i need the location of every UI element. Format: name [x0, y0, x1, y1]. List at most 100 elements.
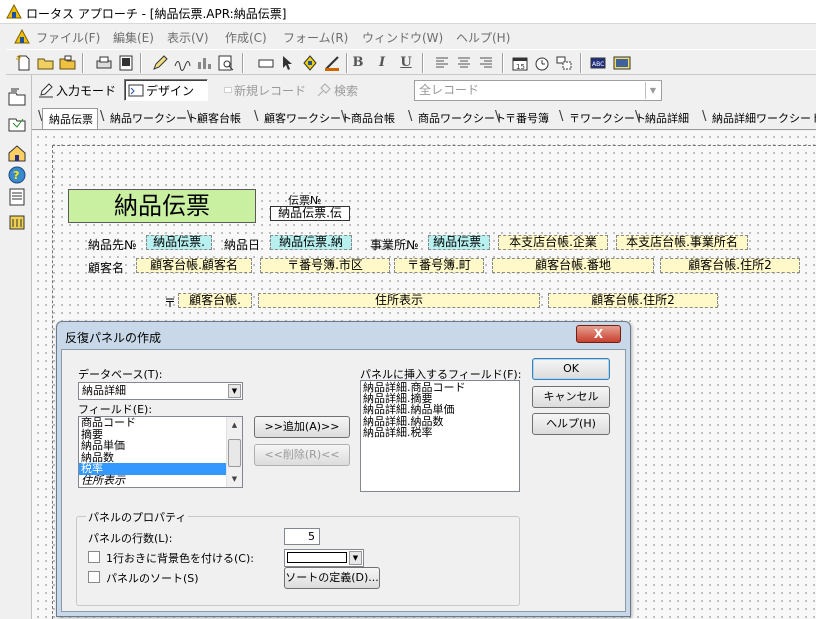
input-mode-button[interactable]: 入力モード — [38, 79, 122, 101]
italic-button[interactable]: I — [372, 53, 392, 73]
save-folder-icon[interactable] — [58, 53, 78, 73]
document-menu-icon[interactable] — [14, 28, 30, 45]
panel-sort-checkbox[interactable] — [88, 571, 100, 583]
menu-create[interactable]: 作成(C) — [225, 29, 267, 46]
city-field[interactable]: 〒番号簿.市区 — [260, 258, 390, 273]
field-tool-icon[interactable] — [256, 53, 276, 73]
delivery-date-field[interactable]: 納品伝票.納 — [270, 235, 352, 250]
delivery-date-label[interactable]: 納品日 — [224, 236, 260, 253]
fields-icon[interactable] — [172, 53, 192, 73]
office-name-field[interactable]: 本支店台帳.事業所名 — [616, 235, 748, 250]
search-button[interactable]: 検索 — [316, 79, 376, 101]
tab-nohin-shosai[interactable]: 納品詳細 — [645, 110, 689, 126]
tab-shohin-daicho[interactable]: 商品台帳 — [351, 110, 395, 126]
panel-fields-listbox[interactable]: 納品詳細.商品コード 納品詳細.摘要 納品詳細.納品単価 納品詳細.納品数 納品… — [360, 380, 520, 492]
address2b-field[interactable]: 顧客台帳.住所2 — [548, 293, 718, 308]
office-no-field[interactable]: 納品伝票. — [428, 235, 490, 250]
house-icon[interactable] — [7, 143, 27, 163]
record-filter-select[interactable]: 全レコード ▼ — [414, 80, 662, 101]
print-icon[interactable] — [94, 53, 114, 73]
customer-field[interactable]: 顧客台帳.顧客名 — [136, 258, 252, 273]
list-item-selected[interactable]: 税率 — [79, 463, 242, 475]
tab-shohin-worksheet[interactable]: 商品ワークシート — [418, 110, 506, 126]
alt-bg-checkbox[interactable] — [88, 551, 100, 563]
clock-icon[interactable] — [532, 53, 552, 73]
slip-no-field[interactable]: 納品伝票.伝 — [270, 206, 350, 221]
define-sort-button[interactable]: ソートの定義(D)... — [284, 567, 380, 589]
company-field[interactable]: 本支店台帳.企業 — [498, 235, 608, 250]
align-right-icon[interactable] — [476, 53, 496, 73]
form-title-box[interactable]: 納品伝票 — [68, 189, 256, 223]
street-field[interactable]: 顧客台帳.番地 — [492, 258, 654, 273]
list-item[interactable]: 商品コード — [79, 417, 242, 429]
tab-kokyaku-daicho[interactable]: 顧客台帳 — [197, 110, 241, 126]
customer-label[interactable]: 顧客名 — [88, 259, 124, 276]
scroll-up-icon[interactable]: ▲ — [227, 417, 242, 433]
pencil-icon[interactable] — [150, 53, 170, 73]
align-left-icon[interactable] — [432, 53, 452, 73]
tab-kokyaku-worksheet[interactable]: 顧客ワークシート — [264, 110, 352, 126]
alt-bg-label: 1行おきに背景色を付ける(C): — [106, 552, 254, 565]
menu-edit[interactable]: 編集(E) — [113, 29, 154, 46]
dest-no-label[interactable]: 納品先№ — [88, 236, 136, 253]
chart-icon[interactable] — [194, 53, 214, 73]
alt-bg-color-select[interactable]: ▼ — [284, 549, 364, 567]
help-button[interactable]: ヘルプ(H) — [532, 413, 610, 435]
approach-app-icon[interactable] — [6, 3, 22, 20]
town-field[interactable]: 〒番号簿.町 — [394, 258, 484, 273]
list-item[interactable]: 納品単価 — [79, 440, 242, 452]
tab-nohin-worksheet[interactable]: 納品ワークシート — [110, 110, 198, 126]
list-item[interactable]: 住所表示 — [79, 475, 242, 487]
fields-scrollbar[interactable]: ▲ ▼ — [226, 417, 242, 487]
new-record-button[interactable]: 新規レコード — [224, 79, 306, 101]
remove-field-button[interactable]: <<削除(R)<< — [254, 444, 350, 466]
address2-field[interactable]: 顧客台帳.住所2 — [660, 258, 800, 273]
spell-check-icon[interactable]: ABC — [588, 53, 608, 73]
close-button[interactable]: X — [576, 325, 621, 343]
office-no-label[interactable]: 事業所№ — [370, 236, 418, 253]
fill-color-icon[interactable] — [300, 53, 320, 73]
ok-button[interactable]: OK — [532, 358, 610, 380]
line-color-icon[interactable] — [322, 53, 342, 73]
new-file-icon[interactable] — [14, 53, 34, 73]
fields-listbox[interactable]: 商品コード 摘要 納品単価 納品数 税率 住所表示 ▲ ▼ — [78, 416, 243, 488]
tab-nohin-shosai-worksheet[interactable]: 納品詳細ワークシート — [712, 110, 816, 126]
align-center-icon[interactable] — [454, 53, 474, 73]
dest-no-field[interactable]: 納品伝票. — [146, 235, 212, 250]
add-field-button[interactable]: >>追加(A)>> — [254, 416, 350, 438]
list-item[interactable]: 納品詳細.税率 — [361, 427, 519, 439]
open-folder-icon[interactable] — [36, 53, 56, 73]
menu-window[interactable]: ウィンドウ(W) — [362, 29, 443, 46]
database-building-icon[interactable] — [7, 211, 27, 231]
macro-icon[interactable] — [554, 53, 574, 73]
underline-button[interactable]: U — [396, 53, 416, 73]
tab-nohin-denpyo[interactable]: 納品伝票 — [42, 108, 98, 129]
preview-icon[interactable] — [116, 53, 136, 73]
list-item[interactable]: 納品詳細.納品単価 — [361, 404, 519, 416]
menu-view[interactable]: 表示(V) — [167, 29, 209, 46]
arrow-pointer-icon[interactable] — [278, 53, 298, 73]
scroll-down-icon[interactable]: ▼ — [227, 471, 242, 487]
bold-button[interactable]: B — [348, 53, 368, 73]
design-button[interactable]: デザイン — [124, 79, 208, 101]
find-icon[interactable] — [216, 53, 236, 73]
record-list-icon[interactable] — [7, 187, 27, 207]
panel-rows-input[interactable]: 5 — [284, 528, 320, 545]
cancel-button[interactable]: キャンセル — [532, 386, 610, 408]
smarticon-icon[interactable] — [612, 53, 632, 73]
menu-form[interactable]: フォーム(R) — [283, 29, 348, 46]
design-folder-icon[interactable] — [7, 113, 27, 133]
postal-code-field[interactable]: 顧客台帳. — [178, 293, 252, 308]
list-item[interactable]: 納品数 — [79, 452, 242, 464]
address-display-field[interactable]: 住所表示 — [258, 293, 540, 308]
scroll-thumb[interactable] — [228, 439, 241, 467]
database-select[interactable]: 納品詳細 ▼ — [78, 382, 243, 400]
menu-file[interactable]: ファイル(F) — [36, 29, 100, 46]
list-item[interactable]: 納品詳細.商品コード — [361, 381, 519, 393]
browse-icon[interactable] — [7, 87, 27, 107]
tab-yubin-bangobo[interactable]: 〒番号簿 — [505, 110, 549, 126]
menu-help[interactable]: ヘルプ(H) — [456, 29, 510, 46]
calendar-icon[interactable]: 15 — [510, 53, 530, 73]
postal-mark-label[interactable]: 〒 — [164, 294, 176, 311]
help-globe-icon[interactable]: ? — [7, 165, 27, 185]
